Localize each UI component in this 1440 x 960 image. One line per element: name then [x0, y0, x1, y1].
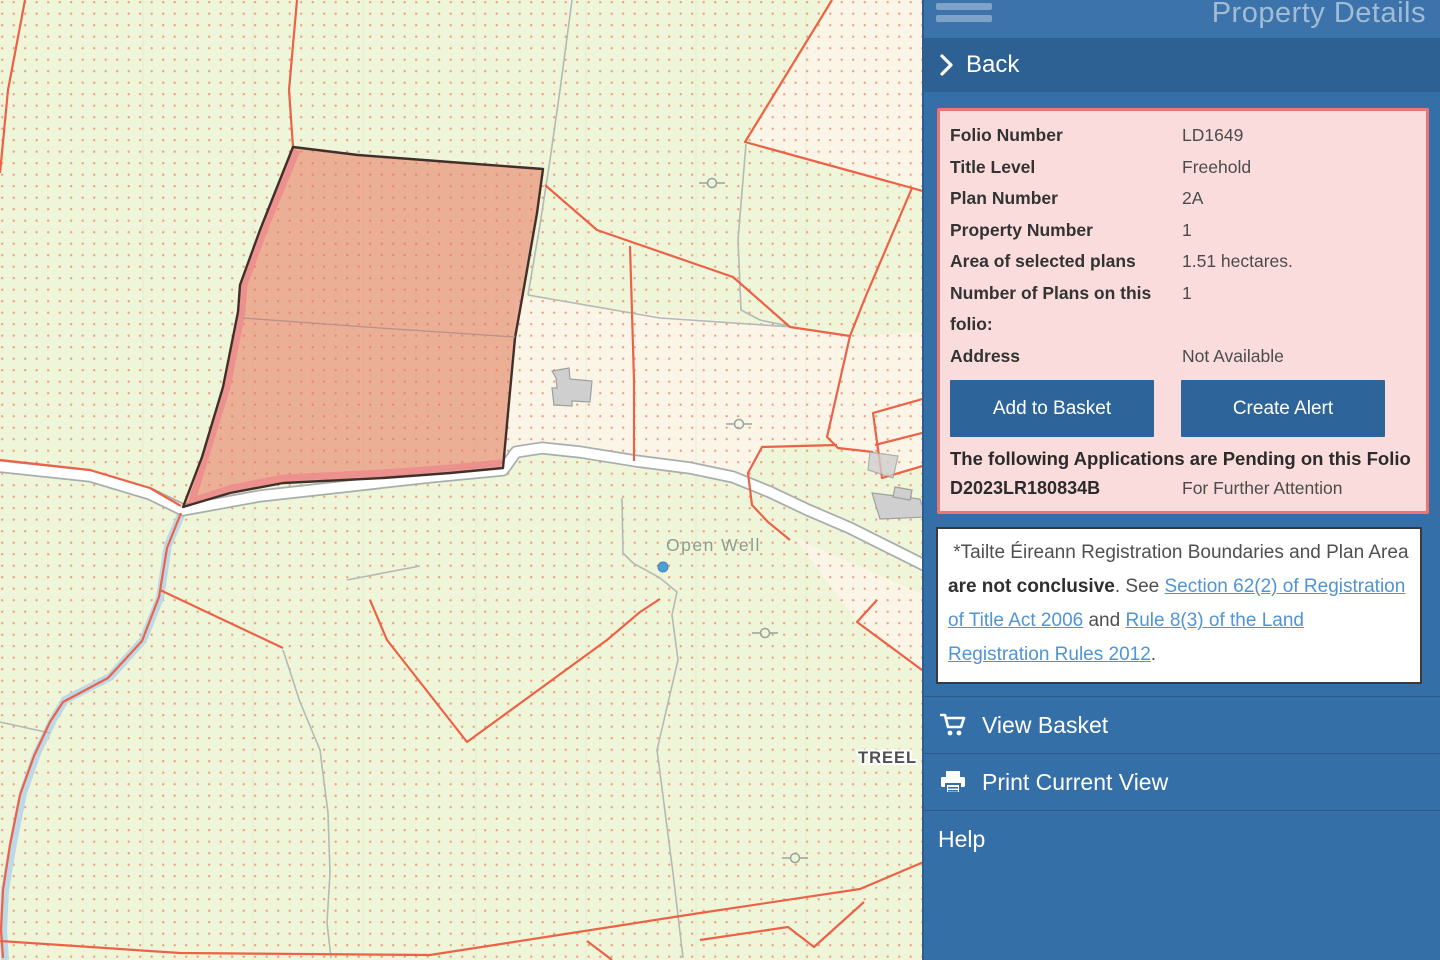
well-point-marker [658, 562, 668, 572]
detail-label: Folio Number [950, 120, 1182, 152]
property-details-panel: Property Details Back Folio Number LD164… [922, 0, 1440, 960]
detail-label: Address [950, 341, 1182, 373]
disclaimer-text: *Tailte Éireann Registration Boundaries … [948, 542, 1409, 563]
detail-value: 1.51 hectares. [1182, 246, 1416, 278]
back-button[interactable]: Back [924, 38, 1440, 92]
cart-icon [940, 713, 970, 737]
detail-label: Title Level [950, 152, 1182, 184]
pending-application-row: D2023LR180834B For Further Attention [950, 478, 1416, 499]
menu-icon[interactable] [936, 0, 992, 27]
disclaimer-text: . [1151, 644, 1156, 665]
disclaimer-emphasis: are not conclusive [948, 576, 1115, 597]
map-canvas[interactable]: Open Well TREEL [0, 0, 922, 960]
disclaimer-text: and [1083, 610, 1125, 631]
map-viewport[interactable]: Open Well TREEL [0, 0, 922, 960]
pending-applications-heading: The following Applications are Pending o… [950, 443, 1416, 474]
open-well-label: Open Well [666, 535, 761, 555]
townland-label: TREEL [858, 749, 917, 767]
create-alert-button[interactable]: Create Alert [1181, 380, 1385, 437]
detail-row-plan-number: Plan Number 2A [950, 183, 1416, 215]
menu-icon-bar [936, 3, 992, 10]
detail-row-area: Area of selected plans 1.51 hectares. [950, 246, 1416, 278]
detail-value: Not Available [1182, 341, 1416, 373]
detail-row-folio-number: Folio Number LD1649 [950, 120, 1416, 152]
disclaimer-text: . See [1115, 576, 1165, 597]
help-button[interactable]: Help [924, 811, 1440, 868]
add-to-basket-button[interactable]: Add to Basket [950, 380, 1154, 437]
detail-label: Plan Number [950, 183, 1182, 215]
detail-label: Number of Plans on this folio: [950, 278, 1182, 341]
detail-label: Property Number [950, 215, 1182, 247]
detail-actions: Add to Basket Create Alert [950, 380, 1416, 437]
detail-value: 1 [1182, 278, 1416, 310]
menu-item-label: Print Current View [982, 769, 1168, 796]
detail-row-property-number: Property Number 1 [950, 215, 1416, 247]
printer-icon [940, 770, 970, 794]
application-status: For Further Attention [1182, 478, 1416, 499]
detail-row-title-level: Title Level Freehold [950, 152, 1416, 184]
panel-menu: View Basket Print Current View Help [924, 696, 1440, 868]
detail-row-plan-count: Number of Plans on this folio: 1 [950, 278, 1416, 341]
property-details-card: Folio Number LD1649 Title Level Freehold… [937, 108, 1429, 514]
detail-row-address: Address Not Available [950, 341, 1416, 373]
detail-value: 2A [1182, 183, 1416, 215]
menu-item-label: Help [938, 826, 985, 853]
print-current-view-button[interactable]: Print Current View [924, 754, 1440, 811]
property-registry-app: Open Well TREEL Property Details Back Fo… [0, 0, 1440, 960]
menu-icon-bar [936, 15, 992, 22]
menu-item-label: View Basket [982, 712, 1108, 739]
chevron-right-icon [940, 54, 953, 76]
detail-value: Freehold [1182, 152, 1416, 184]
detail-value: 1 [1182, 215, 1416, 247]
detail-value: LD1649 [1182, 120, 1416, 152]
detail-label: Area of selected plans [950, 246, 1182, 278]
view-basket-button[interactable]: View Basket [924, 697, 1440, 754]
panel-header: Property Details [924, 0, 1440, 38]
application-reference: D2023LR180834B [950, 478, 1182, 499]
boundaries-disclaimer: *Tailte Éireann Registration Boundaries … [936, 527, 1422, 684]
back-label: Back [966, 51, 1019, 79]
page-title: Property Details [1212, 0, 1426, 30]
